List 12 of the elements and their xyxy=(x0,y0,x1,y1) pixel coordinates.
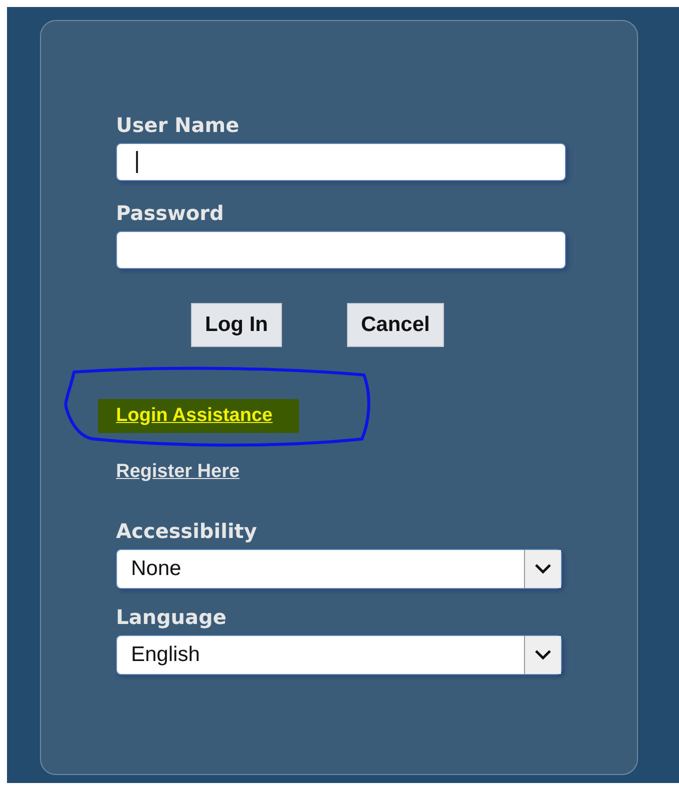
field-label: Password xyxy=(116,201,225,225)
accessibility-select[interactable]: None xyxy=(116,549,562,589)
language-select[interactable]: English xyxy=(116,635,562,675)
field-label: Accessibility xyxy=(116,519,258,543)
cancel-button[interactable]: Cancel xyxy=(346,303,444,347)
field-label: Language xyxy=(116,605,228,629)
field-label: User Name xyxy=(116,113,240,137)
select-value: None xyxy=(130,556,182,582)
link[interactable]: Login Assistance xyxy=(116,405,273,427)
select-value: English xyxy=(130,642,201,668)
link[interactable]: Register Here xyxy=(116,461,240,483)
login-button[interactable]: Log In xyxy=(191,303,282,347)
